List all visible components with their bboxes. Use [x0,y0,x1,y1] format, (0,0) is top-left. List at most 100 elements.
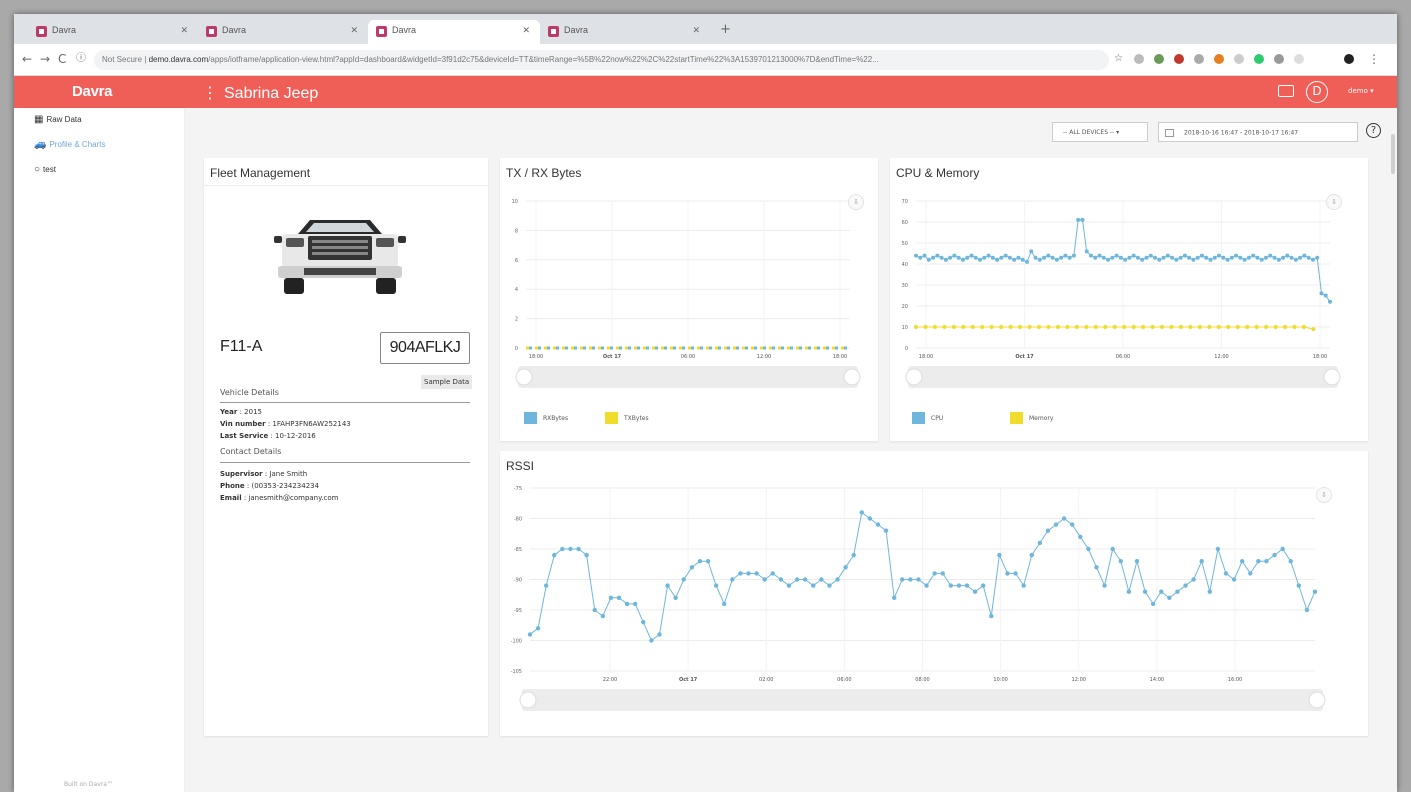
back-icon[interactable]: ← [22,52,32,66]
data-point [1165,253,1170,258]
x-tick-label: 12:00 [1214,354,1228,360]
data-point [1067,255,1072,260]
extension-icon[interactable] [1274,54,1284,64]
data-point [1118,255,1123,260]
rssi-chart-panel: RSSI -75 -80 -85 -90 -95 -100 -105 22:00 Oct 17 0… [500,451,1368,736]
data-point [1197,325,1202,329]
data-point [1268,253,1273,258]
data-point [1256,559,1261,564]
browser-tab[interactable]: Davra ✕ [28,20,198,44]
page-scrollbar[interactable] [1391,134,1395,174]
y-tick-label: 50 [902,241,908,247]
data-point [1021,583,1026,588]
data-point [746,571,751,576]
data-point [922,253,927,258]
data-point [1254,325,1259,329]
data-point [1029,249,1034,254]
data-point [1141,325,1146,329]
profile-icon[interactable] [1344,54,1354,64]
range-slider-track [522,689,1323,711]
detail-row: Email : janesmith@company.com [220,494,339,502]
reload-icon[interactable]: C [58,52,66,66]
data-point [1242,257,1247,262]
data-point [1053,522,1059,527]
bookmark-star-icon[interactable]: ☆ [1114,52,1123,66]
extension-icon[interactable] [1214,54,1224,64]
extension-icon[interactable] [1174,54,1184,64]
data-point [1012,257,1017,262]
data-point [1074,325,1079,329]
close-tab-icon[interactable]: ✕ [180,25,188,36]
data-point [1231,577,1237,582]
extension-icon[interactable] [1294,54,1304,64]
sidebar-item-profile-charts[interactable]: 🚙 Profile & Charts [34,139,105,150]
extension-icon[interactable] [1134,54,1144,64]
extension-icon[interactable] [1154,54,1164,64]
map-icon[interactable] [1278,85,1294,97]
data-point [1084,325,1089,329]
forward-icon[interactable]: → [40,52,50,66]
data-point [1207,589,1212,594]
data-point [1281,255,1286,260]
data-point [973,255,978,260]
device-select[interactable]: -- ALL DEVICES -- ▾ [1052,122,1148,142]
user-menu[interactable]: demo ▾ [1348,87,1374,95]
data-point [552,552,557,558]
x-tick-label: 18:00 [833,354,847,360]
data-point [914,325,918,329]
legend-item-tx[interactable]: TXBytes [605,412,649,424]
legend-item-memory[interactable]: Memory [1010,412,1053,424]
y-tick-label: -90 [514,578,522,584]
browser-tab-active[interactable]: Davra ✕ [368,20,540,44]
cpu-memory-chart-panel: CPU & Memory 0 10 20 30 40 50 60 70 18:00 Oct 17 0… [890,158,1368,441]
new-tab-button[interactable]: + [720,22,731,37]
legend-item-cpu[interactable]: CPU [912,412,943,424]
y-tick-label: 20 [902,304,908,310]
avatar[interactable]: D [1306,81,1328,103]
txrx-chart: 0 2 4 6 8 10 18:00 Oct 17 06:00 12:00 18:00 [512,199,861,388]
close-tab-icon[interactable]: ✕ [350,25,358,36]
download-icon[interactable]: ⇩ [1326,194,1342,210]
browser-tab[interactable]: Davra ✕ [198,20,368,44]
data-point [883,528,889,533]
range-slider-handle [515,368,533,386]
extension-icon[interactable] [1254,54,1264,64]
sidebar-item-raw-data[interactable]: ▦ Raw Data [34,114,82,125]
range-slider-handle [843,368,861,386]
date-range-picker[interactable]: 2018-10-16 16:47 - 2018-10-17 16:47 [1158,122,1358,142]
data-point [1110,546,1115,552]
download-icon[interactable]: ⇩ [848,194,864,210]
legend-item-rx[interactable]: RXBytes [524,412,568,424]
contact-details-header: Contact Details [220,447,282,456]
data-point [1170,255,1175,260]
menu-dots-icon[interactable]: ⋮ [1368,52,1380,66]
y-tick-label: -95 [514,608,522,614]
extension-icon[interactable] [1194,54,1204,64]
x-tick-label: 06:00 [1116,354,1130,360]
help-icon[interactable]: ? [1366,123,1381,138]
data-point [616,595,622,600]
browser-tab[interactable]: Davra ✕ [540,20,710,44]
info-icon[interactable]: ⓘ [76,52,86,66]
data-point [980,325,985,329]
data-point [999,325,1004,329]
data-point [1080,217,1085,222]
download-icon[interactable]: ⇩ [1316,487,1332,503]
data-point [1293,257,1298,262]
range-slider-track [908,366,1338,388]
sidebar-item-test[interactable]: ○ test [34,164,56,175]
extension-icon[interactable] [1234,54,1244,64]
data-point [1304,607,1310,613]
close-tab-icon[interactable]: ✕ [522,25,530,36]
davra-logo[interactable]: Davra [72,83,113,100]
circle-icon: ○ [34,164,41,175]
data-point [1046,325,1051,329]
data-point [851,552,856,558]
address-bar[interactable]: Not Secure | demo.davra.com/apps/iotfram… [94,50,1109,70]
davra-favicon-icon [36,26,47,37]
data-point [1054,257,1059,262]
kebab-menu-icon[interactable]: ⋮ [202,85,218,102]
data-point [1020,257,1025,262]
close-tab-icon[interactable]: ✕ [692,25,700,36]
sample-data-button[interactable]: Sample Data [421,375,473,389]
